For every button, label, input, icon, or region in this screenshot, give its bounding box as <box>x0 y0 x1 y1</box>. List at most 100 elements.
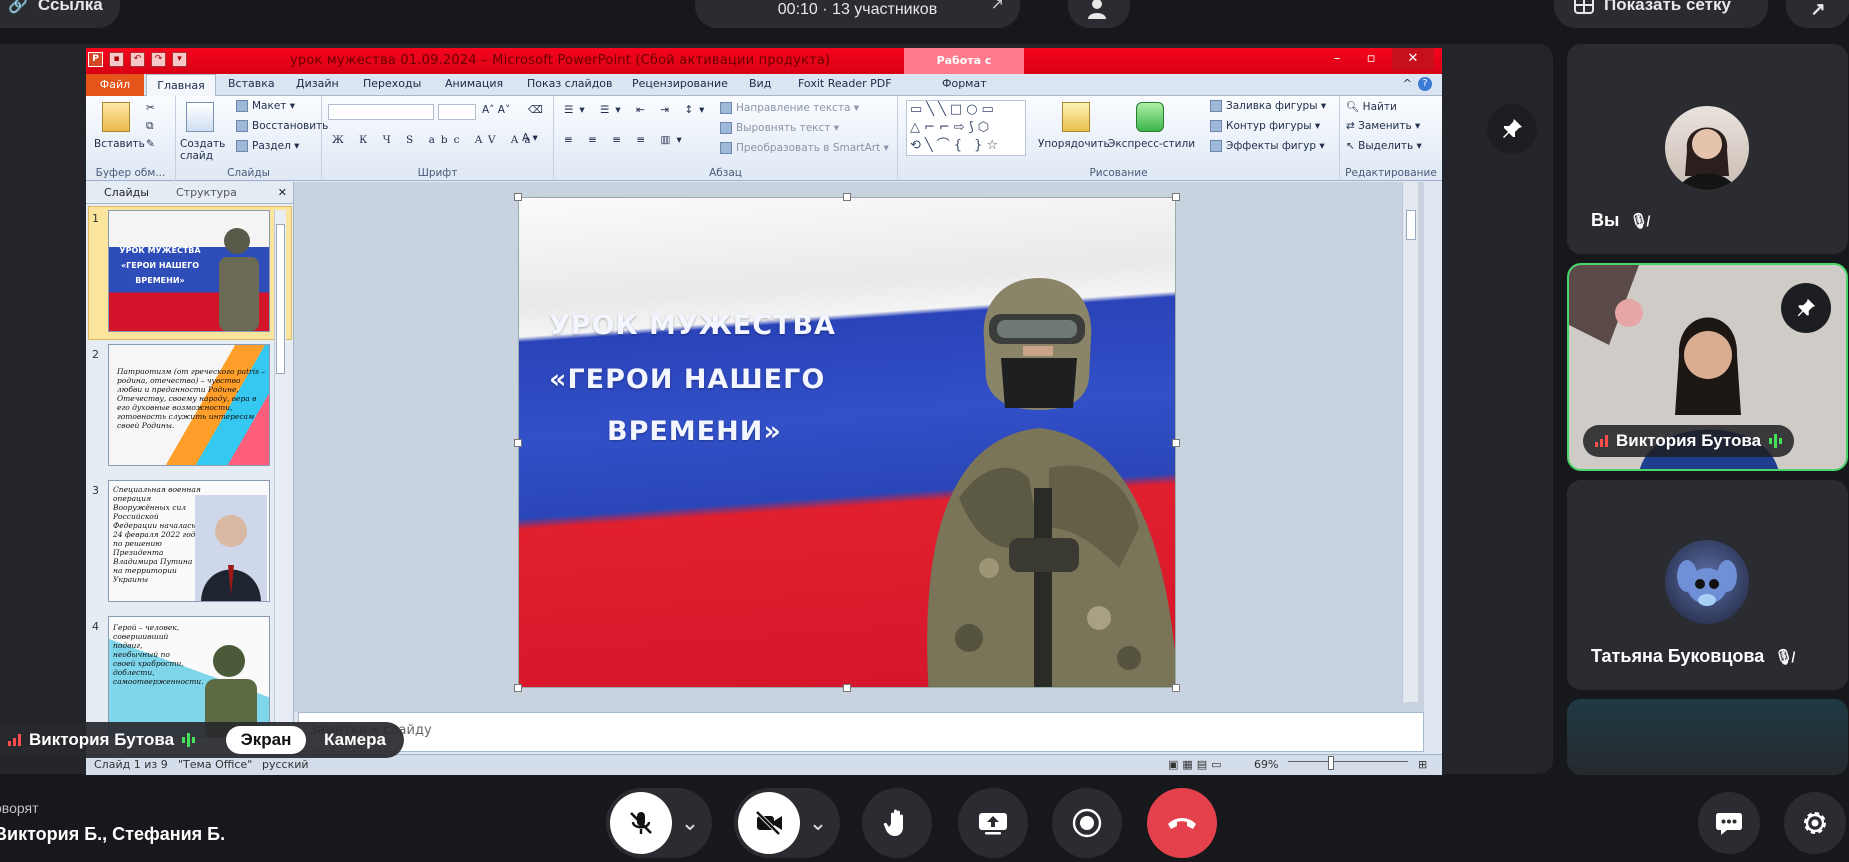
mic-toggle-button[interactable] <box>610 792 672 854</box>
show-grid-button[interactable]: Показать сетку <box>1554 0 1768 28</box>
notes-pane[interactable]: Заметки к слайду <box>298 712 1424 752</box>
pin-participant-button[interactable] <box>1781 283 1831 333</box>
resize-handle[interactable] <box>1172 684 1180 692</box>
close-window-button[interactable]: ✕ <box>1392 48 1434 70</box>
panel-tab-slides[interactable]: Слайды <box>104 186 149 199</box>
camera-toggle-button[interactable]: Камера <box>312 726 398 754</box>
tab-review[interactable]: Рецензирование <box>632 77 728 90</box>
camera-control[interactable]: ⌄ <box>734 788 840 858</box>
resize-handle[interactable] <box>514 684 522 692</box>
resize-handle[interactable] <box>1172 193 1180 201</box>
chevron-down-icon[interactable]: ⌄ <box>800 810 836 836</box>
select-button[interactable]: ↖ Выделить ▾ <box>1346 140 1422 152</box>
slide-vertical-scrollbar[interactable] <box>1402 182 1418 702</box>
record-button[interactable] <box>1052 788 1122 858</box>
shapes-gallery[interactable]: ▭╲╲□○▭ △⌐⌐⇨⟆⬡ ⟲╲⌒{ }☆ <box>906 100 1026 156</box>
slide-thumbnail[interactable]: Герой – человек, совершивший подвиг, нео… <box>108 616 270 738</box>
shape-effects-button[interactable]: Эффекты фигур ▾ <box>1210 140 1325 152</box>
resize-handle[interactable] <box>843 193 851 201</box>
text-direction-button[interactable]: Направление текста ▾ <box>720 102 859 114</box>
grow-font-icon[interactable]: A˄ A˅ <box>482 104 510 116</box>
fullscreen-button[interactable]: ↗ <box>1786 0 1849 28</box>
tab-file[interactable]: Файл <box>86 74 144 96</box>
font-name-select[interactable] <box>328 104 434 120</box>
chevron-down-icon[interactable]: ⌄ <box>672 810 708 836</box>
align-buttons[interactable]: ≡ ≡ ≡ ≡ ▥▾ <box>564 134 688 146</box>
tab-slideshow[interactable]: Показ слайдов <box>527 77 613 90</box>
help-icon[interactable]: ? <box>1418 77 1432 91</box>
section-label: Раздел <box>252 140 291 152</box>
tab-transitions[interactable]: Переходы <box>363 77 421 90</box>
align-text-button[interactable]: Выровнять текст ▾ <box>720 122 839 134</box>
quick-access-menu-icon[interactable]: ▾ <box>172 52 187 67</box>
panel-close-icon[interactable]: ✕ <box>278 186 287 199</box>
slide-title-line2: «ГЕРОИ НАШЕГО <box>549 364 826 395</box>
tab-format[interactable]: Формат <box>942 77 987 90</box>
view-buttons[interactable]: ▣▦▤▭ <box>1168 758 1226 771</box>
redo-icon[interactable]: ↷ <box>151 52 166 67</box>
replace-button[interactable]: ⇄ Заменить ▾ <box>1346 120 1420 132</box>
slide-thumbnail[interactable]: УРОК МУЖЕСТВА «ГЕРОИ НАШЕГО ВРЕМЕНИ» <box>108 210 270 332</box>
reset-button[interactable]: Восстановить <box>236 120 328 132</box>
shape-outline-button[interactable]: Контур фигуры ▾ <box>1210 120 1320 132</box>
tab-design[interactable]: Дизайн <box>296 77 339 90</box>
participant-name-text: Татьяна Буковцова <box>1591 646 1765 666</box>
tab-animation[interactable]: Анимация <box>445 77 503 90</box>
panel-scrollbar[interactable] <box>274 210 286 750</box>
format-painter-icon[interactable]: ✎ <box>146 138 155 150</box>
resize-handle[interactable] <box>514 439 522 447</box>
save-icon[interactable]: ▪ <box>109 52 124 67</box>
font-size-select[interactable] <box>438 104 476 120</box>
layout-button[interactable]: Макет ▾ <box>236 100 295 112</box>
current-slide[interactable]: УРОК МУЖЕСТВА «ГЕРОИ НАШЕГО ВРЕМЕНИ» <box>518 197 1176 688</box>
maximize-button[interactable]: ▫ <box>1354 48 1388 70</box>
zoom-slider-thumb[interactable] <box>1328 756 1334 770</box>
tab-insert[interactable]: Вставка <box>228 77 275 90</box>
resize-handle[interactable] <box>514 193 522 201</box>
minimize-button[interactable]: – <box>1320 48 1354 70</box>
cut-icon[interactable]: ✂ <box>146 102 155 114</box>
ribbon-collapse-icon[interactable]: ^ <box>1403 77 1412 90</box>
tab-foxit[interactable]: Foxit Reader PDF <box>798 77 892 90</box>
share-screen-button[interactable] <box>958 788 1028 858</box>
copy-link-button[interactable]: 🔗 Ссылка <box>0 0 120 28</box>
font-color-icon[interactable]: A ▾ <box>522 132 538 144</box>
settings-button[interactable] <box>1784 792 1846 854</box>
call-info-pill[interactable]: 00:10 · 13 участников ↗ <box>695 0 1020 28</box>
participant-tile-self[interactable]: Вы 🎙︎̸ <box>1567 44 1848 254</box>
clear-format-icon[interactable]: ⌫ <box>528 104 543 116</box>
resize-handle[interactable] <box>843 684 851 692</box>
tab-home[interactable]: Главная <box>146 74 216 97</box>
microphone-control[interactable]: ⌄ <box>606 788 712 858</box>
list-buttons[interactable]: ☰▾ ☰▾ ⇤ ⇥ ↕▾ <box>564 104 710 116</box>
paste-button[interactable]: Вставить <box>94 138 145 150</box>
quick-styles-button[interactable]: Экспресс-стили <box>1108 138 1195 150</box>
slide-thumbnail[interactable]: Патриотизм (от греческого patris – родин… <box>108 344 270 466</box>
undo-icon[interactable]: ↶ <box>130 52 145 67</box>
arrange-button[interactable]: Упорядочить <box>1038 138 1110 150</box>
slide-thumbnail[interactable]: Специальная военная операция Вооружённых… <box>108 480 270 602</box>
participant-tile-partial[interactable] <box>1567 699 1848 775</box>
find-button[interactable]: 🔍︎ Найти <box>1346 100 1397 113</box>
participant-tile[interactable]: Татьяна Буковцова 🎙︎̸ <box>1567 480 1848 690</box>
raise-hand-button[interactable] <box>862 788 932 858</box>
section-button[interactable]: Раздел ▾ <box>236 140 299 152</box>
screen-toggle-button[interactable]: Экран <box>226 726 306 754</box>
chat-button[interactable] <box>1698 792 1760 854</box>
camera-toggle-button[interactable] <box>738 792 800 854</box>
font-style-buttons[interactable]: Ж К Ч S abc AV Aa <box>332 134 537 146</box>
smartart-button[interactable]: Преобразовать в SmartArt ▾ <box>720 142 889 154</box>
zoom-slider[interactable] <box>1288 761 1408 771</box>
participants-button[interactable] <box>1068 0 1130 28</box>
end-call-button[interactable] <box>1147 788 1217 858</box>
tab-view[interactable]: Вид <box>749 77 771 90</box>
panel-tab-outline[interactable]: Структура <box>176 186 237 199</box>
slides-group: Создать слайд Макет ▾ Восстановить Разде… <box>176 96 328 181</box>
resize-handle[interactable] <box>1172 439 1180 447</box>
shape-fill-button[interactable]: Заливка фигуры ▾ <box>1210 100 1326 112</box>
fit-window-icon[interactable]: ⊞ <box>1418 758 1427 771</box>
participant-tile-speaking[interactable]: Виктория Бутова <box>1567 263 1848 471</box>
copy-icon[interactable]: ⧉ <box>146 120 154 133</box>
pin-screen-button[interactable] <box>1487 104 1537 154</box>
new-slide-button[interactable]: Создать слайд <box>180 138 228 162</box>
